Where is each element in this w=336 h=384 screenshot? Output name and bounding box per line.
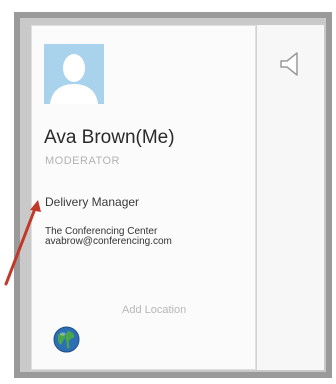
participant-card[interactable]: Ava Brown(Me) MODERATOR Delivery Manager… — [31, 25, 256, 370]
user-silhouette-icon — [44, 44, 104, 104]
globe-icon[interactable] — [53, 326, 80, 353]
participant-role: MODERATOR — [45, 155, 120, 167]
avatar[interactable] — [44, 44, 104, 104]
stage: Ava Brown(Me) MODERATOR Delivery Manager… — [0, 0, 336, 384]
globe-icon-graphic — [53, 326, 80, 353]
audio-side-panel — [256, 25, 324, 370]
participant-job-title: Delivery Manager — [45, 195, 140, 209]
speaker-icon[interactable] — [277, 50, 305, 78]
participant-email[interactable]: avabrow@conferencing.com — [45, 237, 172, 247]
add-location-link[interactable]: Add Location — [122, 304, 186, 316]
speaker-icon-graphic — [280, 52, 298, 76]
participant-name: Ava Brown(Me) — [44, 127, 175, 148]
